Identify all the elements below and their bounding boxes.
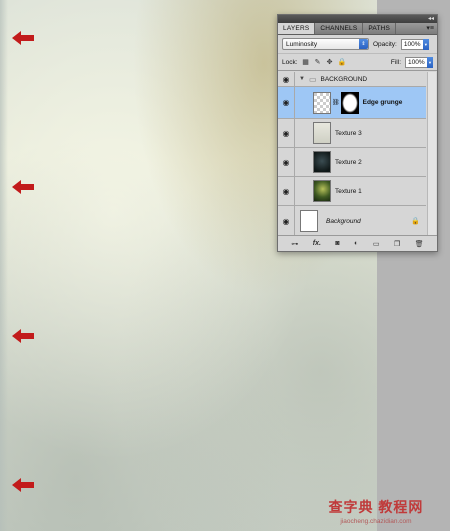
layers-list: ◉ ▼ ▭ BACKGROUND ◉ ⛓ Edge grunge ◉ Textu… <box>278 72 437 236</box>
canvas-edge-shadow <box>0 0 8 531</box>
opacity-label: Opacity: <box>373 40 397 48</box>
lock-all-icon[interactable]: 🔒 <box>338 58 347 66</box>
watermark-sub: jiaocheng.chazidian.com <box>340 518 412 525</box>
layers-bottom-bar: ⊶ fx. ◙ ◐ ▭ ❐ 🗑 <box>278 235 437 251</box>
fill-label: Fill: <box>390 58 401 66</box>
layer-thumbnail <box>300 210 318 232</box>
lock-paint-icon[interactable]: ✎ <box>314 58 322 66</box>
layer-thumbnail <box>313 122 331 144</box>
mask-icon[interactable]: ◙ <box>335 240 339 247</box>
opacity-value: 100% <box>403 40 421 48</box>
trash-icon[interactable]: 🗑 <box>415 240 424 248</box>
layer-name: BACKGROUND <box>320 75 368 83</box>
eye-icon[interactable]: ◉ <box>278 177 295 205</box>
eye-icon[interactable]: ◉ <box>278 148 295 176</box>
fx-icon[interactable]: fx. <box>313 240 321 247</box>
triangle-down-icon[interactable]: ▼ <box>299 76 305 82</box>
layer-name: Background <box>326 217 361 225</box>
blend-mode-select[interactable]: Luminosity ⇕ <box>282 38 369 50</box>
layer-background[interactable]: ◉ Background 🔒 <box>278 206 426 236</box>
lock-row: Lock: ▦ ✎ ✥ 🔒 Fill: 100% ▼ <box>278 54 437 71</box>
red-arrow-icon <box>12 31 34 45</box>
layer-name: Texture 2 <box>335 158 362 166</box>
fill-field[interactable]: 100% ▼ <box>405 56 433 68</box>
opacity-field[interactable]: 100% ▼ <box>400 38 429 50</box>
layer-thumbnail <box>313 91 331 114</box>
new-group-icon[interactable]: ▭ <box>373 240 380 248</box>
new-layer-icon[interactable]: ❐ <box>394 240 400 248</box>
tab-paths[interactable]: PATHS <box>363 23 397 34</box>
eye-icon[interactable]: ◉ <box>278 206 295 236</box>
layer-edge-grunge[interactable]: ◉ ⛓ Edge grunge <box>278 87 426 119</box>
panel-menu-icon[interactable]: ▾≡ <box>426 23 434 35</box>
panel-titlebar[interactable]: ◂◂ <box>278 15 437 23</box>
lock-icon: 🔒 <box>411 218 420 225</box>
layer-name: Texture 1 <box>335 187 362 195</box>
layer-texture-1[interactable]: ◉ Texture 1 <box>278 177 426 206</box>
red-arrow-icon <box>12 478 34 492</box>
adjustment-icon[interactable]: ◐ <box>354 240 358 247</box>
red-arrow-icon <box>12 180 34 194</box>
chevron-down-icon[interactable]: ▼ <box>427 56 433 68</box>
red-arrow-icon <box>12 329 34 343</box>
panel-tabs: LAYERS CHANNELS PATHS ▾≡ <box>278 23 437 35</box>
link-icon[interactable]: ⛓ <box>332 99 340 106</box>
layers-panel: ◂◂ LAYERS CHANNELS PATHS ▾≡ Luminosity ⇕… <box>277 14 438 252</box>
blend-mode-value: Luminosity <box>286 40 318 48</box>
layer-thumbnail <box>313 180 331 202</box>
lock-position-icon[interactable]: ✥ <box>326 58 334 66</box>
eye-icon[interactable]: ◉ <box>278 87 295 118</box>
lock-label: Lock: <box>282 58 298 66</box>
mask-thumbnail <box>340 91 359 114</box>
fill-value: 100% <box>408 58 425 66</box>
layer-texture-2[interactable]: ◉ Texture 2 <box>278 148 426 177</box>
folder-icon: ▭ <box>308 74 317 84</box>
layers-scrollbar[interactable] <box>427 72 436 236</box>
link-icon[interactable]: ⊶ <box>291 240 298 248</box>
collapse-icon[interactable]: ◂◂ <box>428 15 434 23</box>
stepper-icon: ⇕ <box>359 39 368 49</box>
blend-row: Luminosity ⇕ Opacity: 100% ▼ <box>278 35 437 54</box>
lock-transparent-icon[interactable]: ▦ <box>302 58 310 66</box>
layer-texture-3[interactable]: ◉ Texture 3 <box>278 119 426 148</box>
layer-name: Texture 3 <box>335 129 362 137</box>
eye-icon[interactable]: ◉ <box>278 72 295 86</box>
watermark-main: 查字典 教程网 <box>328 499 424 515</box>
tab-layers[interactable]: LAYERS <box>278 23 316 34</box>
eye-icon[interactable]: ◉ <box>278 119 295 147</box>
layer-group-background[interactable]: ◉ ▼ ▭ BACKGROUND <box>278 72 426 87</box>
layer-thumbnail <box>313 151 331 173</box>
layer-name: Edge grunge <box>362 99 403 106</box>
watermark: 查字典 教程网 jiaocheng.chazidian.com <box>310 497 442 525</box>
chevron-down-icon[interactable]: ▼ <box>422 38 429 50</box>
tab-channels[interactable]: CHANNELS <box>315 23 364 34</box>
